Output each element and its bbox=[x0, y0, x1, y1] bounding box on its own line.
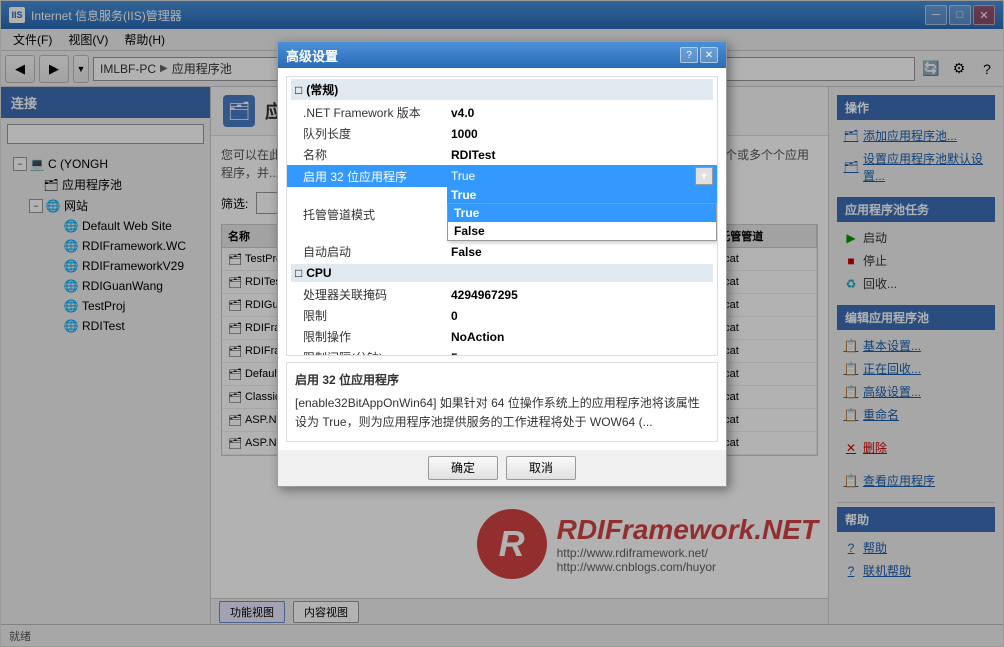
prop-dotnet-version: .NET Framework 版本 bbox=[287, 102, 447, 123]
val-affinity-mask: 4294967295 bbox=[447, 284, 717, 305]
section-cpu-label: CPU bbox=[306, 266, 331, 280]
dialog-table: □ (常规) .NET Framework 版本 v4.0 队列长度 1000 bbox=[287, 77, 717, 356]
dialog-close-button[interactable]: ✕ bbox=[700, 47, 718, 63]
prop-row-name: 名称 RDITest bbox=[287, 144, 717, 165]
prop-row-limit-action: 限制操作 NoAction bbox=[287, 326, 717, 347]
pipeline-option-true[interactable]: True bbox=[448, 204, 716, 222]
pipeline-selected-value: True bbox=[451, 188, 476, 202]
dialog-cancel-button[interactable]: 取消 bbox=[506, 456, 576, 480]
prop-row-limit: 限制 0 bbox=[287, 305, 717, 326]
prop-pipeline: 托管管道模式 bbox=[287, 187, 447, 241]
prop-affinity-mask: 处理器关联掩码 bbox=[287, 284, 447, 305]
dialog-body: □ (常规) .NET Framework 版本 v4.0 队列长度 1000 bbox=[278, 68, 726, 450]
section-header-cpu[interactable]: □ CPU bbox=[287, 262, 717, 284]
dialog-info-title: 启用 32 位应用程序 bbox=[295, 371, 709, 390]
val-limit-action: NoAction bbox=[447, 326, 717, 347]
advanced-settings-dialog: 高级设置 ? ✕ □ (常规) bbox=[277, 41, 727, 487]
dialog-overlay: 高级设置 ? ✕ □ (常规) bbox=[1, 1, 1003, 646]
pipeline-dropdown-list: True False bbox=[447, 203, 717, 241]
val-queue-length: 1000 bbox=[447, 123, 717, 144]
section-general-label: (常规) bbox=[306, 81, 338, 98]
dialog-scrollable[interactable]: □ (常规) .NET Framework 版本 v4.0 队列长度 1000 bbox=[286, 76, 718, 356]
val-limit-interval: 5 bbox=[447, 347, 717, 356]
dialog-info-content: [enable32BitAppOnWin64] 如果针对 64 位操作系统上的应… bbox=[295, 394, 709, 432]
pipeline-option-false[interactable]: False bbox=[448, 222, 716, 240]
section-header-general[interactable]: □ (常规) bbox=[287, 77, 717, 102]
prop-row-pipeline[interactable]: 托管管道模式 True True False bbox=[287, 187, 717, 241]
enable32bit-dropdown-btn[interactable]: ▼ bbox=[695, 167, 713, 185]
prop-row-enable32bit[interactable]: 启用 32 位应用程序 True ▼ bbox=[287, 165, 717, 187]
prop-row-autostart: 自动启动 False bbox=[287, 241, 717, 262]
section-general-expand: □ bbox=[295, 83, 302, 97]
prop-limit-interval: 限制间隔(分钟) bbox=[287, 347, 447, 356]
section-cpu-expand: □ bbox=[295, 266, 302, 280]
dialog-title-buttons: ? ✕ bbox=[680, 47, 718, 63]
val-limit: 0 bbox=[447, 305, 717, 326]
prop-limit-action: 限制操作 bbox=[287, 326, 447, 347]
val-dotnet-version: v4.0 bbox=[447, 102, 717, 123]
enable32bit-value: True bbox=[451, 169, 475, 183]
prop-row-dotnet-version: .NET Framework 版本 v4.0 bbox=[287, 102, 717, 123]
prop-name: 名称 bbox=[287, 144, 447, 165]
val-autostart: False bbox=[447, 241, 717, 262]
dialog-help-button[interactable]: ? bbox=[680, 47, 698, 63]
prop-queue-length: 队列长度 bbox=[287, 123, 447, 144]
dialog-confirm-button[interactable]: 确定 bbox=[428, 456, 498, 480]
prop-limit: 限制 bbox=[287, 305, 447, 326]
dialog-footer: 确定 取消 bbox=[278, 450, 726, 486]
val-pipeline: True True False bbox=[447, 187, 717, 241]
dialog-title-text: 高级设置 bbox=[286, 46, 338, 65]
dialog-title-bar: 高级设置 ? ✕ bbox=[278, 42, 726, 68]
prop-enable32bit: 启用 32 位应用程序 bbox=[287, 165, 447, 187]
section-general[interactable]: □ (常规) bbox=[291, 79, 713, 100]
val-enable32bit: True ▼ bbox=[447, 165, 717, 187]
prop-row-affinity-mask: 处理器关联掩码 4294967295 bbox=[287, 284, 717, 305]
dialog-info-box: 启用 32 位应用程序 [enable32BitAppOnWin64] 如果针对… bbox=[286, 362, 718, 442]
prop-row-queue-length: 队列长度 1000 bbox=[287, 123, 717, 144]
val-name: RDITest bbox=[447, 144, 717, 165]
section-cpu[interactable]: □ CPU bbox=[291, 264, 713, 282]
prop-autostart: 自动启动 bbox=[287, 241, 447, 262]
main-window: IIS Internet 信息服务(IIS)管理器 ─ □ ✕ 文件(F) 视图… bbox=[0, 0, 1004, 647]
prop-row-limit-interval: 限制间隔(分钟) 5 bbox=[287, 347, 717, 356]
